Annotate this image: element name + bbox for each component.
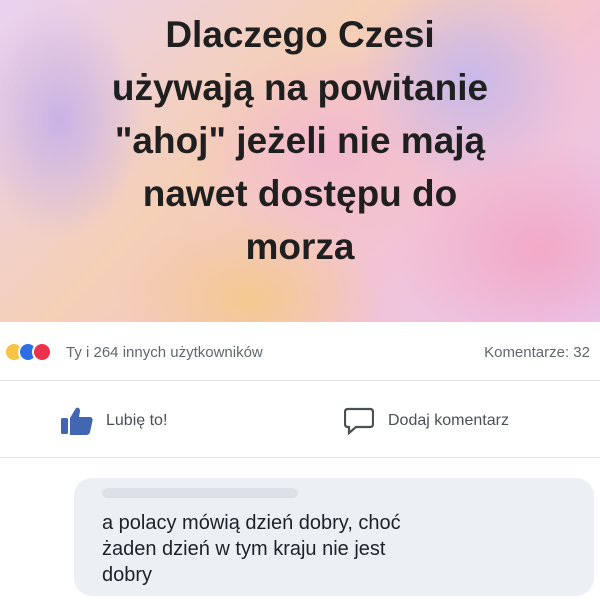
thumbs-up-icon	[60, 406, 94, 436]
like-label: Lubię to!	[106, 412, 168, 429]
post-background: Dlaczego Czesi używają na powitanie "aho…	[0, 0, 600, 322]
comment-author-redacted	[102, 488, 298, 498]
comments-count[interactable]: Komentarze: 32	[484, 344, 590, 361]
like-button[interactable]: Lubię to!	[60, 405, 167, 437]
comment-text: a polacy mówią dzień dobry, choć żaden d…	[102, 512, 401, 586]
speech-bubble-icon	[344, 407, 374, 435]
comment-section: a polacy mówią dzień dobry, choć żaden d…	[0, 458, 600, 600]
reactions-row: Ty i 264 innych użytkowników Komentarze:…	[0, 322, 600, 381]
comment-label: Dodaj komentarz	[388, 412, 509, 429]
post-text: Dlaczego Czesi używają na powitanie "aho…	[111, 14, 489, 267]
love-icon	[32, 342, 52, 362]
reactions-summary[interactable]: Ty i 264 innych użytkowników	[66, 344, 263, 361]
comment-button[interactable]: Dodaj komentarz	[344, 405, 509, 437]
comment-bubble: a polacy mówią dzień dobry, choć żaden d…	[74, 478, 594, 596]
actions-row: Lubię to! Dodaj komentarz	[0, 381, 600, 458]
